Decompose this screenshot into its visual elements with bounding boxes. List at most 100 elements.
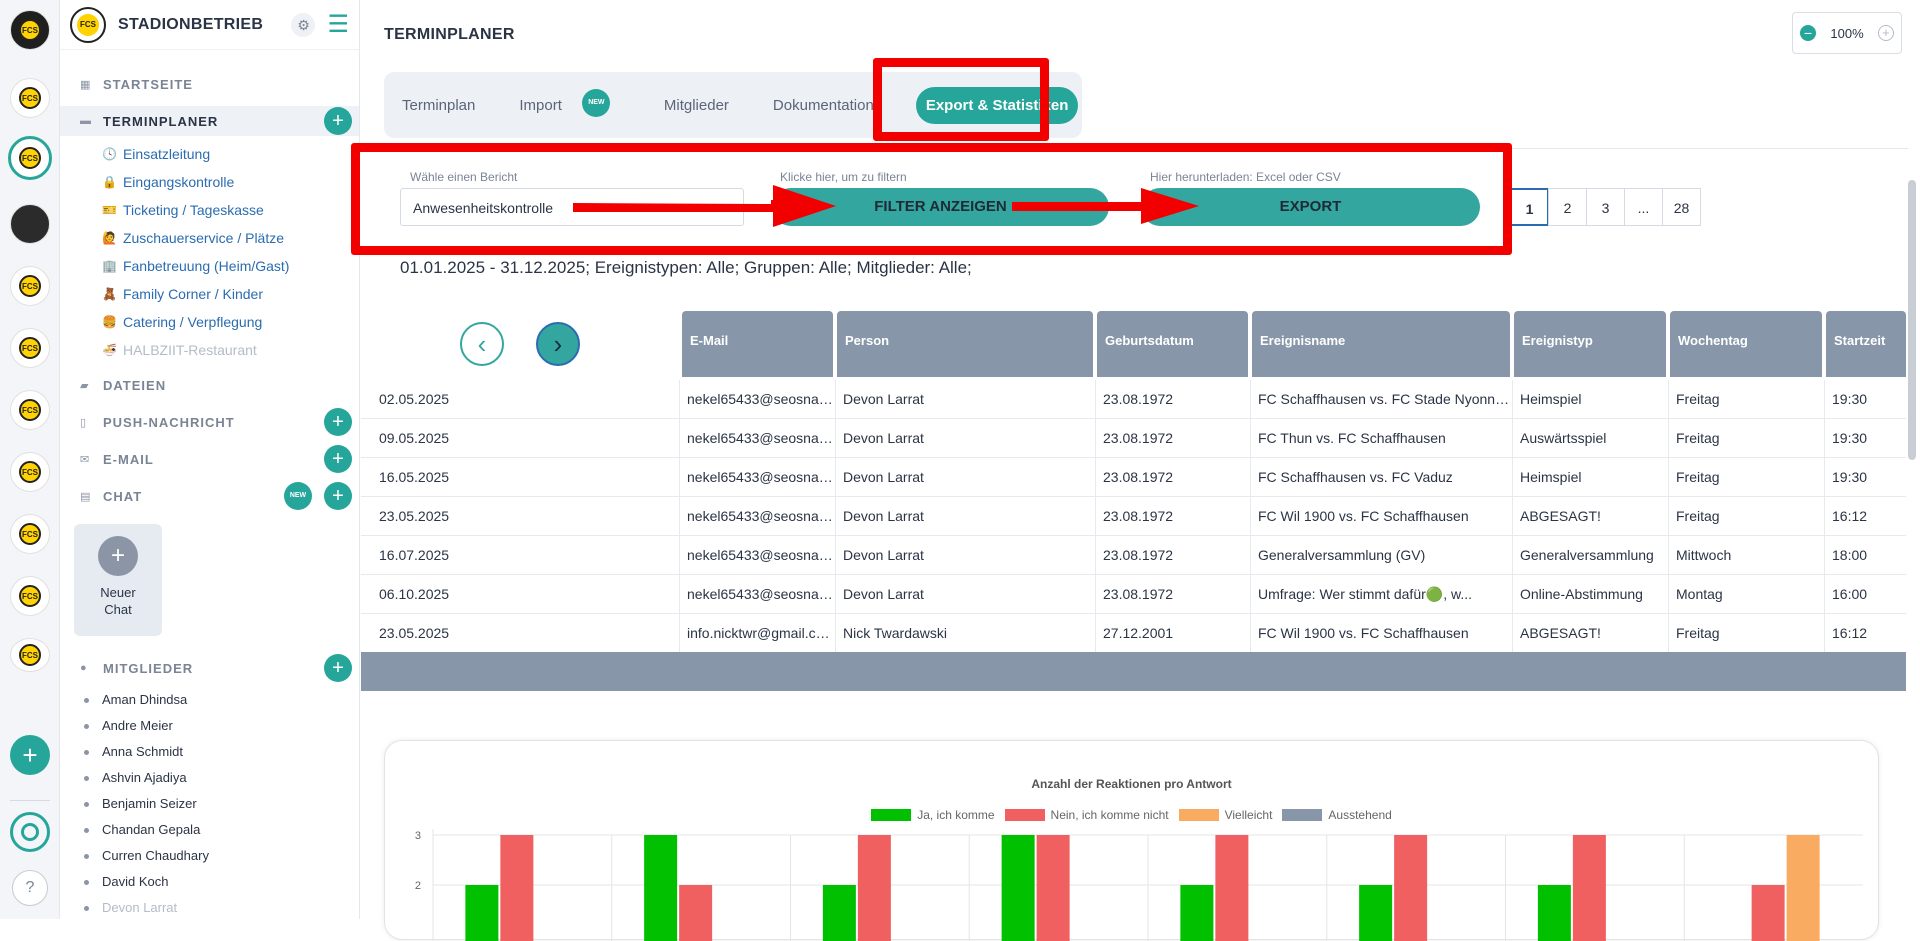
table-cell: 19:30 <box>1824 419 1906 458</box>
help-button[interactable]: ? <box>12 870 48 906</box>
add-member-button[interactable]: + <box>324 654 352 682</box>
table-cell: 23.08.1972 <box>1095 458 1248 497</box>
table-cell: 16:12 <box>1824 497 1906 536</box>
sidebar-item-startseite[interactable]: ▦ STARTSEITE <box>60 69 359 99</box>
chevron-left-icon[interactable]: ‹ <box>460 322 504 366</box>
chart-bar <box>822 885 856 941</box>
table-cell: 19:30 <box>1824 458 1906 497</box>
workspace-item[interactable]: FCS <box>10 266 50 306</box>
club-logo-icon: FCS <box>19 147 41 169</box>
sidebar-item-terminplaner[interactable]: ▬ TERMINPLANER + <box>60 106 359 136</box>
chevron-right-icon[interactable]: › <box>536 322 580 366</box>
building-icon: 🏢 <box>102 259 117 273</box>
column-header[interactable]: Geburtsdatum <box>1097 311 1248 377</box>
annotation-arrow <box>573 185 836 227</box>
table-row[interactable]: 02.05.2025 nekel65433@seosnaps.comDevon L… <box>361 380 1906 419</box>
lock-icon: 🔒 <box>102 175 117 189</box>
workspace-item[interactable]: FCS <box>10 390 50 430</box>
sidebar-item-email[interactable]: ✉ E-MAIL + <box>60 444 359 474</box>
table-cell: 23.05.2025 <box>379 625 450 641</box>
workspace-item[interactable]: FCS <box>10 452 50 492</box>
sidebar-subitem[interactable]: 🙋 Zuschauerservice / Plätze <box>102 230 284 246</box>
member-item[interactable]: Anna Schmidt <box>84 744 183 759</box>
column-header[interactable]: Ereignistyp <box>1514 311 1666 377</box>
add-email-button[interactable]: + <box>324 445 352 473</box>
column-header[interactable]: Startzeit <box>1826 311 1906 377</box>
table-cell: Freitag <box>1668 497 1822 536</box>
table-cell: Devon Larrat <box>835 497 1093 536</box>
workspace-item[interactable]: FCS <box>10 638 50 672</box>
scrollbar[interactable] <box>1908 180 1916 460</box>
table-row[interactable]: 06.10.2025 nekel65433@seosnaps.comDevon L… <box>361 575 1906 614</box>
add-workspace-button[interactable]: + <box>10 735 50 775</box>
table-cell: 23.05.2025 <box>379 508 450 524</box>
workspace-item-active[interactable]: FCS <box>8 136 52 180</box>
sidebar-item-push[interactable]: ▯ PUSH-NACHRICHT + <box>60 407 359 437</box>
workspace-avatar[interactable] <box>10 204 50 244</box>
chart-bar <box>1180 885 1214 941</box>
member-item[interactable]: Aman Dhindsa <box>83 692 187 707</box>
member-item[interactable]: Benjamin Seizer <box>84 796 197 811</box>
table-footer <box>361 652 1906 691</box>
column-header[interactable]: Wochentag <box>1670 311 1822 377</box>
table-cell: FC Schaffhausen vs. FC Vaduz <box>1250 458 1510 497</box>
sidebar-item-dateien[interactable]: ▰ DATEIEN <box>60 370 359 400</box>
chart-bar <box>1751 885 1785 941</box>
sidebar-item-mitglieder[interactable]: ● MITGLIEDER + <box>60 653 359 683</box>
bar-chart: 32 <box>415 829 1863 941</box>
member-item[interactable]: Ashvin Ajadiya <box>84 770 187 785</box>
table-cell: nekel65433@seosnaps.com <box>679 419 833 458</box>
table-row[interactable]: 16.07.2025 nekel65433@seosnaps.comDevon L… <box>361 536 1906 575</box>
column-header[interactable]: Ereignisname <box>1252 311 1510 377</box>
table-row[interactable]: 09.05.2025 nekel65433@seosnaps.comDevon L… <box>361 419 1906 458</box>
table-row[interactable]: 23.05.2025 info.nicktwr@gmail.com Nick Twa… <box>361 614 1906 653</box>
table-cell: FC Wil 1900 vs. FC Schaffhausen <box>1250 614 1510 653</box>
table-row[interactable]: 23.05.2025 nekel65433@seosnaps.comDevon L… <box>361 497 1906 536</box>
table-cell: Devon Larrat <box>835 458 1093 497</box>
chart-bar <box>679 885 713 941</box>
sidebar-subitem[interactable]: 🔒 Eingangskontrolle <box>102 174 234 190</box>
sidebar-subitem[interactable]: 🎫 Ticketing / Tageskasse <box>102 202 264 218</box>
member-item[interactable]: Andre Meier <box>84 718 173 733</box>
column-header[interactable]: Person <box>837 311 1093 377</box>
table-cell: Auswärtsspiel <box>1512 419 1666 458</box>
member-item[interactable]: David Koch <box>83 874 168 889</box>
add-event-button[interactable]: + <box>324 107 352 135</box>
workspace-avatar[interactable]: FCS <box>10 10 50 50</box>
club-logo[interactable]: FCS <box>70 6 106 43</box>
table-cell: Mittwoch <box>1668 536 1822 575</box>
sidebar-subitem[interactable]: 🕓 Einsatzleitung <box>102 146 210 162</box>
table-cell: Heimspiel <box>1512 380 1666 419</box>
sidebar-subitem[interactable]: 🧸 Family Corner / Kinder <box>102 286 263 302</box>
sidebar-subitem[interactable]: 🍜 HALBZIIT-Restaurant <box>102 342 257 358</box>
table-cell: 23.08.1972 <box>1095 419 1248 458</box>
column-header[interactable]: E-Mail <box>682 311 833 377</box>
chart-bar <box>1572 835 1606 941</box>
workspace-item[interactable]: FCS <box>10 78 50 118</box>
table-row[interactable]: 16.05.2025 nekel65433@seosnaps.comDevon L… <box>361 458 1906 497</box>
table-cell: Generalversammlung (GV) <box>1250 536 1510 575</box>
plus-icon: + <box>98 536 138 576</box>
workspace-item[interactable]: FCS <box>10 576 50 616</box>
workspace-item[interactable]: FCS <box>10 514 50 554</box>
sidebar-item-chat[interactable]: ▤ CHAT NEW + <box>60 481 359 511</box>
workspace-item[interactable]: FCS <box>10 328 50 368</box>
member-item[interactable]: Chandan Gepala <box>83 822 200 837</box>
sidebar-subitem[interactable]: 🍔 Catering / Verpflegung <box>102 314 262 330</box>
user-icon: ● <box>80 662 88 674</box>
member-item[interactable]: Devon Larrat <box>83 900 177 915</box>
table-cell: ABGESAGT! <box>1512 614 1666 653</box>
menu-icon[interactable]: ☰ <box>327 12 349 37</box>
member-item[interactable]: Curren Chaudhary <box>84 848 209 863</box>
table-cell: info.nicktwr@gmail.com <box>679 614 833 653</box>
sidebar-subitem[interactable]: 🏢 Fanbetreuung (Heim/Gast) <box>102 258 289 274</box>
table-cell: 27.12.2001 <box>1095 614 1248 653</box>
new-chat-button[interactable]: + Neuer Chat <box>74 524 162 636</box>
gear-icon[interactable]: ⚙ <box>291 12 316 37</box>
app-switcher-icon[interactable] <box>10 812 50 852</box>
rail-divider <box>10 800 50 801</box>
add-chat-button[interactable]: + <box>324 482 352 510</box>
club-logo-icon: FCS <box>19 19 41 41</box>
table-cell: Generalversammlung <box>1512 536 1666 575</box>
add-push-button[interactable]: + <box>324 408 352 436</box>
